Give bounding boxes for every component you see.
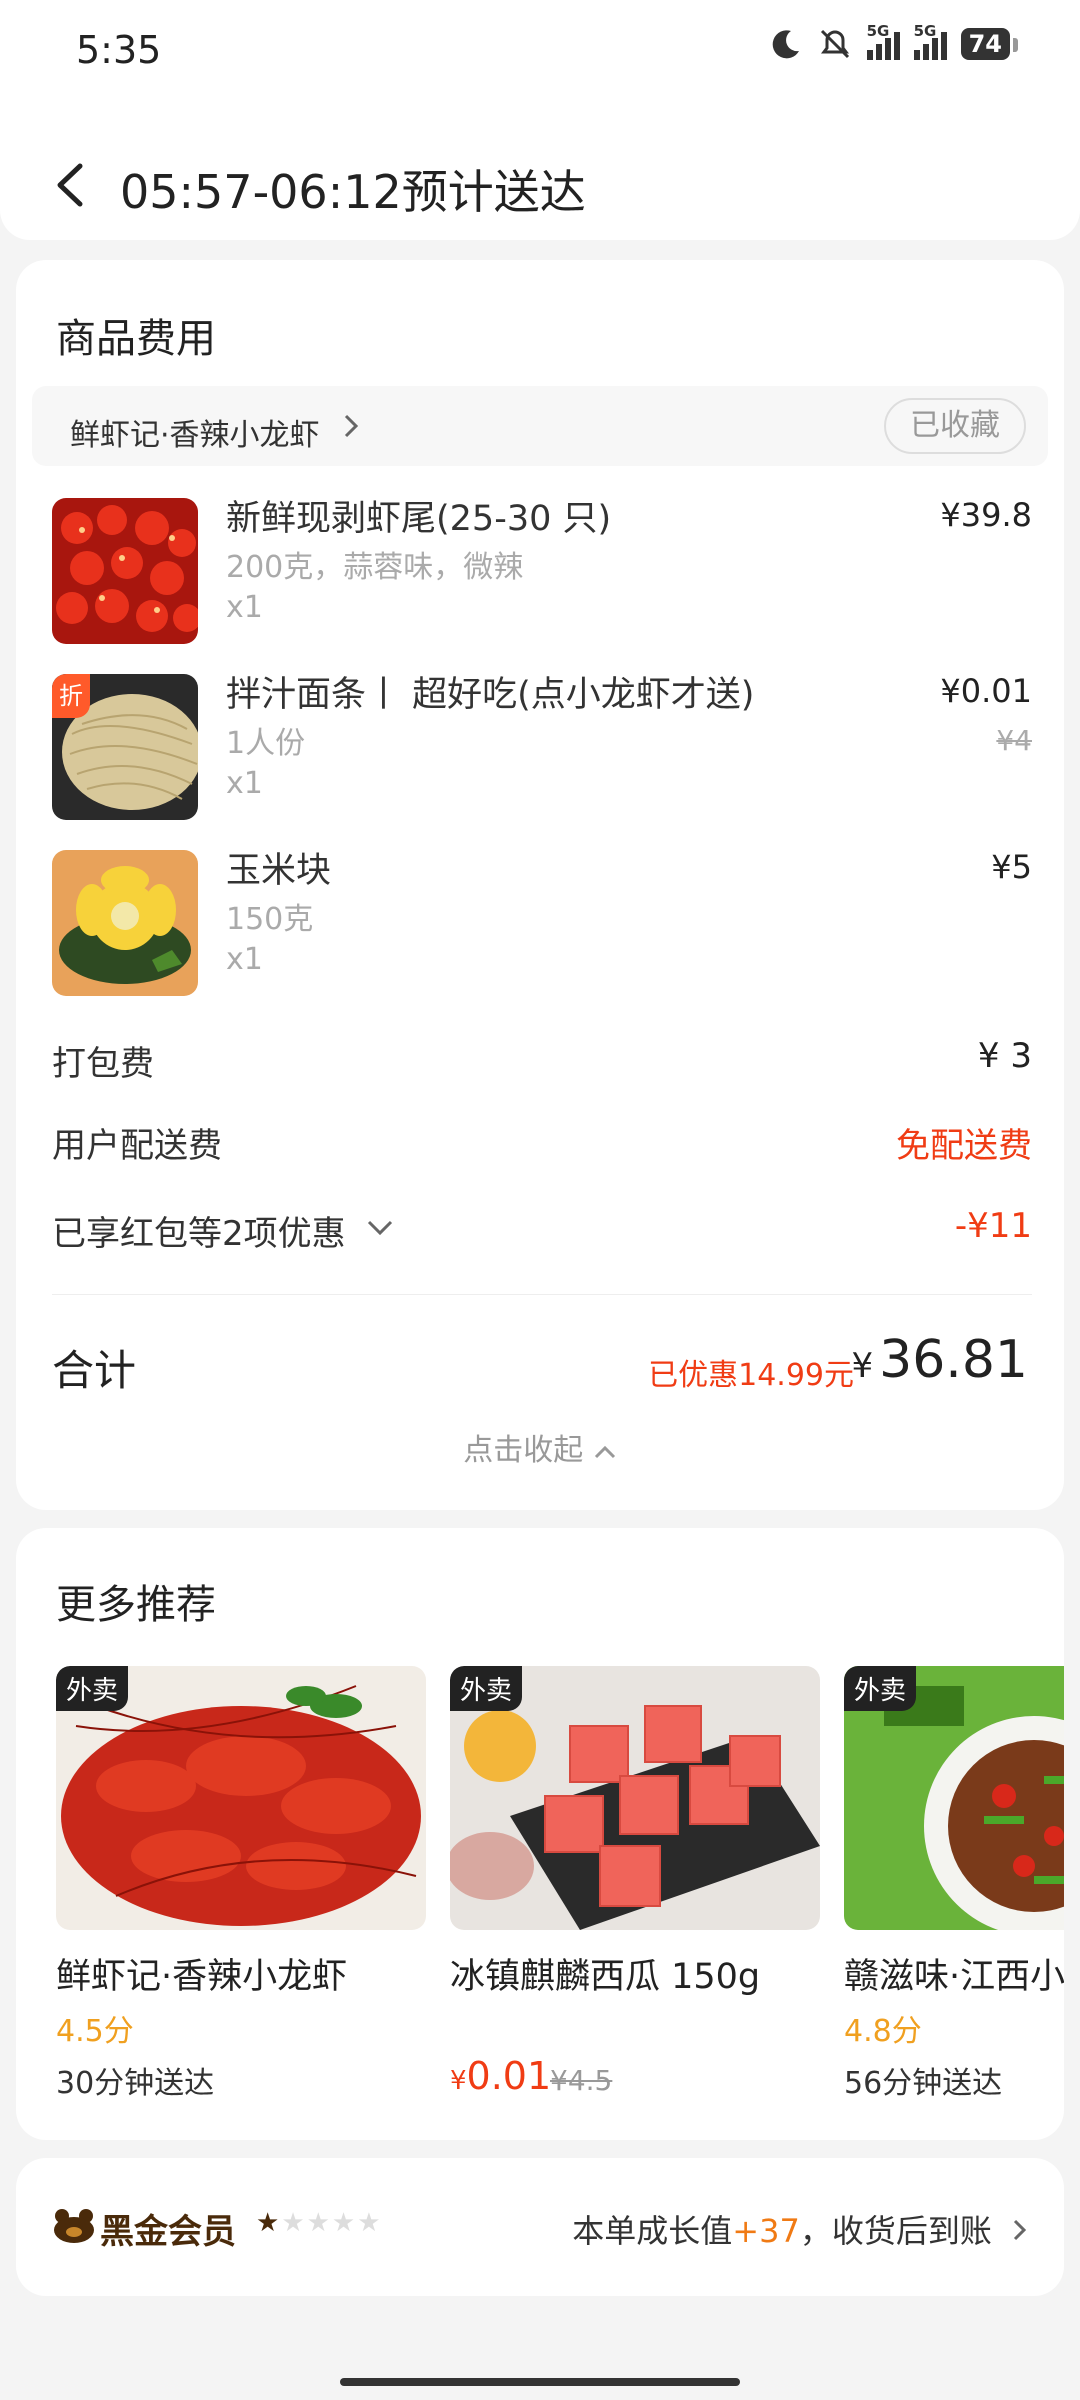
moon-icon <box>772 30 799 59</box>
item-spec: 200克，蒜蓉味，微辣 <box>226 550 524 585</box>
favorite-button[interactable]: 已收藏 <box>884 398 1026 454</box>
recommend-title: 更多推荐 <box>56 1582 216 1628</box>
collapse-button[interactable]: 点击收起 <box>16 1425 1064 1469</box>
takeout-tag: 外卖 <box>56 1666 129 1711</box>
page-title: 05:57-06:12预计送达 <box>120 165 586 219</box>
delivery-fee-row: 用户配送费 免配送费 <box>52 1118 1032 1168</box>
recommend-delivery-time: 56分钟送达 <box>844 2066 1003 2101</box>
collapse-label[interactable]: 点击收起 <box>463 1433 583 1468</box>
noodles-thumbnail: 折 <box>52 674 198 820</box>
recommend-price: ¥0.01 <box>450 2054 551 2098</box>
packing-fee-row: 打包费 ¥ 3 <box>52 1036 1032 1086</box>
item-price: ¥39.8 <box>940 496 1032 534</box>
crayfish-thumbnail <box>52 498 198 644</box>
recommend-original-price: ¥4.5 <box>550 2064 613 2097</box>
chevron-up-icon <box>594 1445 615 1459</box>
total-label: 合计 <box>52 1346 137 1395</box>
total-value: 36.81 <box>879 1330 1028 1390</box>
saved-amount: 已优惠14.99元 <box>648 1358 854 1393</box>
growth-prefix: 本单成长值 <box>572 2212 733 2250</box>
home-indicator[interactable] <box>340 2378 740 2386</box>
recommend-name[interactable]: 鲜虾记·香辣小龙虾 <box>56 1948 347 1999</box>
recommend-item[interactable]: 外卖 冰镇麒麟西瓜 150g ¥0.01 ¥4.5 <box>450 1666 820 2106</box>
recommend-delivery-time: 30分钟送达 <box>56 2066 215 2101</box>
item-price: ¥5 <box>991 848 1032 886</box>
watermelon-image[interactable]: 外卖 <box>450 1666 820 1930</box>
item-name: 新鲜现剥虾尾(25-30 只) <box>226 499 612 539</box>
crayfish-dish-image[interactable]: 外卖 <box>56 1666 426 1930</box>
packing-fee-value: ¥ 3 <box>977 1036 1032 1076</box>
shop-row[interactable]: 鲜虾记·香辣小龙虾 已收藏 <box>32 386 1048 466</box>
packing-fee-label: 打包费 <box>52 1044 154 1084</box>
discount-badge: 折 <box>52 674 90 718</box>
network-type-1: 5G <box>866 22 890 40</box>
vip-star-empty: ★★★★ <box>281 2208 383 2238</box>
item-name: 玉米块 <box>226 851 332 891</box>
takeout-tag: 外卖 <box>844 1666 917 1711</box>
discount-label[interactable]: 已享红包等2项优惠 <box>52 1206 346 1255</box>
item-spec: 150克 <box>226 902 314 937</box>
recommend-card: 更多推荐 外卖 鲜虾记·香辣小龙虾 4.5分 30分钟送达 外卖 冰镇麒麟西瓜 … <box>16 1528 1064 2140</box>
recommend-score: 4.8分 <box>844 2014 922 2049</box>
vip-stars: ★★★★★ <box>256 2208 383 2238</box>
network-type-2: 5G <box>913 22 937 40</box>
signal-icon-1: 5G <box>866 22 900 60</box>
vip-card[interactable]: 黑金会员 ★★★★★ 本单成长值+37，收货后到账 <box>16 2158 1064 2296</box>
growth-value: +37 <box>732 2212 800 2250</box>
order-item: 折 拌汁面条丨 超好吃(点小龙虾才送) 1人份 x1 ¥0.01 ¥4 <box>52 672 1032 824</box>
chevron-right-icon <box>1013 2219 1027 2241</box>
item-name: 拌汁面条丨 超好吃(点小龙虾才送) <box>226 675 755 715</box>
recommend-item[interactable]: 外卖 赣滋味·江西小 4.8分 56分钟送达 <box>844 1666 1064 2106</box>
growth-suffix: ，收货后到账 <box>799 2212 992 2250</box>
status-icons: 5G 5G 74 <box>769 22 1019 62</box>
item-price: ¥0.01 <box>940 672 1032 710</box>
stir-fry-image[interactable]: 外卖 <box>844 1666 1064 1930</box>
battery-indicator: 74 <box>960 28 1019 60</box>
item-original-price: ¥4 <box>996 724 1032 757</box>
currency-symbol: ¥ <box>851 1346 874 1386</box>
signal-icon-2: 5G <box>913 22 947 60</box>
back-arrow-icon[interactable] <box>50 160 90 210</box>
order-item: 新鲜现剥虾尾(25-30 只) 200克，蒜蓉味，微辣 x1 ¥39.8 <box>52 496 1032 648</box>
shop-name[interactable]: 鲜虾记·香辣小龙虾 <box>70 410 320 454</box>
recommend-name[interactable]: 冰镇麒麟西瓜 150g <box>450 1948 760 1999</box>
item-qty: x1 <box>226 590 263 625</box>
recommend-name[interactable]: 赣滋味·江西小 <box>844 1948 1064 1999</box>
item-spec: 1人份 <box>226 726 306 761</box>
corn-thumbnail <box>52 850 198 996</box>
vip-label: 黑金会员 <box>100 2212 236 2252</box>
growth-info[interactable]: 本单成长值+37，收货后到账 <box>572 2206 1028 2252</box>
chevron-right-icon <box>344 414 359 438</box>
status-time: 5:35 <box>76 28 162 72</box>
fee-card: 商品费用 鲜虾记·香辣小龙虾 已收藏 新鲜现剥虾尾(25-30 只) 200克，… <box>16 260 1064 1510</box>
delivery-fee-label: 用户配送费 <box>52 1126 222 1166</box>
chevron-down-icon[interactable] <box>366 1218 394 1238</box>
discount-value: -¥11 <box>954 1206 1032 1246</box>
status-bar: 5:35 5G 5G 74 <box>0 0 1080 100</box>
item-qty: x1 <box>226 766 263 801</box>
fee-section-title: 商品费用 <box>56 316 216 362</box>
total-amount: ¥36.81 <box>851 1330 1028 1390</box>
discount-row[interactable]: 已享红包等2项优惠 -¥11 <box>52 1206 1032 1256</box>
recommend-score: 4.5分 <box>56 2014 134 2049</box>
silent-icon <box>820 29 849 59</box>
price-value: 0.01 <box>466 2054 552 2098</box>
order-item: 玉米块 150克 x1 ¥5 <box>52 848 1032 1000</box>
item-qty: x1 <box>226 942 263 977</box>
divider <box>52 1294 1032 1295</box>
takeout-tag: 外卖 <box>450 1666 523 1711</box>
vip-star-filled: ★ <box>256 2208 282 2238</box>
price-currency: ¥ <box>450 2066 467 2096</box>
member-bear-icon <box>54 2209 94 2243</box>
delivery-fee-value: 免配送费 <box>896 1126 1032 1166</box>
recommend-item[interactable]: 外卖 鲜虾记·香辣小龙虾 4.5分 30分钟送达 <box>56 1666 426 2106</box>
